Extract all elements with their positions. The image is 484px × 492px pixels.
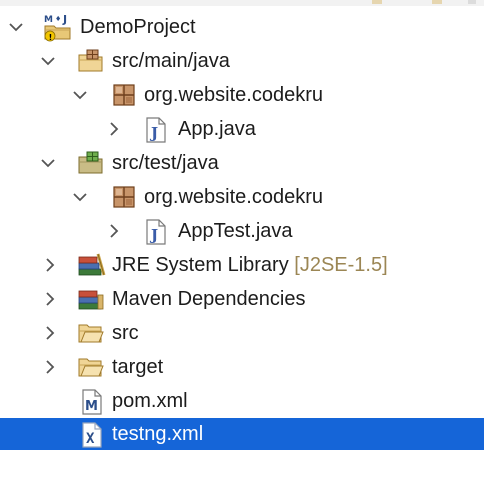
chevron-right-icon[interactable] (42, 282, 58, 316)
tree-item-label: testng.xml (112, 423, 204, 445)
chevron-down-icon[interactable] (72, 78, 88, 112)
chevron-down-icon[interactable] (8, 10, 24, 44)
tree-item-label: pom.xml (112, 390, 188, 412)
tree-item-pom-xml[interactable]: M pom.xml (0, 384, 484, 418)
chevron-down-icon[interactable] (40, 44, 56, 78)
library-version-decoration: [J2SE-1.5] (294, 254, 388, 276)
tree-item-target[interactable]: target (0, 350, 484, 384)
svg-text:♦: ♦ (55, 15, 61, 23)
chevron-down-icon[interactable] (40, 146, 56, 180)
test-source-folder-icon (78, 151, 104, 175)
tree-item-label: AppTest.java (178, 220, 293, 242)
svg-text:X: X (86, 431, 95, 447)
tree-item-label: org.website.codekru (144, 186, 323, 208)
package-icon (112, 83, 138, 107)
tree-item-apptest-java[interactable]: J AppTest.java (0, 214, 484, 248)
tree-item-testng-xml[interactable]: X testng.xml (0, 418, 484, 450)
toolbar-stub (432, 0, 442, 4)
tree-item-src-test-java[interactable]: src/test/java (0, 146, 484, 180)
library-icon (78, 287, 104, 311)
svg-text:J: J (149, 124, 158, 142)
tree-item-label: App.java (178, 118, 256, 140)
svg-text:!: ! (49, 33, 53, 42)
tree-item-demoproject[interactable]: M ♦ J ! DemoProject (0, 10, 484, 44)
maven-java-project-icon: M ♦ J ! (42, 12, 72, 42)
tree-item-app-java[interactable]: J App.java (0, 112, 484, 146)
tree-item-src-main-java[interactable]: src/main/java (0, 44, 484, 78)
svg-text:J: J (149, 226, 158, 244)
tree-item-label: src/test/java (112, 152, 219, 174)
package-icon (112, 185, 138, 209)
folder-icon (78, 355, 104, 379)
chevron-down-icon[interactable] (72, 180, 88, 214)
chevron-right-icon[interactable] (106, 112, 122, 146)
library-icon (78, 253, 106, 277)
empty-tree-area (0, 452, 484, 492)
tree-item-label: JRE System Library [J2SE-1.5] (112, 248, 388, 282)
svg-text:J: J (62, 13, 67, 26)
tree-item-label: src/main/java (112, 50, 230, 72)
chevron-right-icon[interactable] (106, 214, 122, 248)
tree-item-label: target (112, 356, 164, 378)
source-folder-icon (78, 49, 104, 73)
tree-item-test-package[interactable]: org.website.codekru (0, 180, 484, 214)
folder-icon (78, 321, 104, 345)
java-file-icon: J (144, 117, 168, 143)
xml-file-icon: X (80, 422, 104, 448)
tree-item-src[interactable]: src (0, 316, 484, 350)
toolbar-strip (0, 0, 484, 6)
tree-item-maven-dependencies[interactable]: Maven Dependencies (0, 282, 484, 316)
maven-pom-icon: M (80, 389, 104, 415)
package-explorer-tree: M ♦ J ! DemoProject src/main/java org.we… (0, 0, 484, 492)
svg-text:M: M (85, 399, 98, 414)
library-name: JRE System Library (112, 254, 289, 276)
toolbar-stub (372, 0, 382, 4)
tree-item-label: DemoProject (80, 16, 196, 38)
tree-item-label: org.website.codekru (144, 84, 323, 106)
tree-item-jre-library[interactable]: JRE System Library [J2SE-1.5] (0, 248, 484, 282)
chevron-right-icon[interactable] (42, 248, 58, 282)
tree-item-label: Maven Dependencies (112, 288, 306, 310)
tree-item-label: src (112, 322, 139, 344)
svg-text:M: M (44, 15, 53, 25)
tree-item-main-package[interactable]: org.website.codekru (0, 78, 484, 112)
java-file-icon: J (144, 219, 168, 245)
toolbar-stub (468, 0, 476, 4)
chevron-right-icon[interactable] (42, 350, 58, 384)
chevron-right-icon[interactable] (42, 316, 58, 350)
